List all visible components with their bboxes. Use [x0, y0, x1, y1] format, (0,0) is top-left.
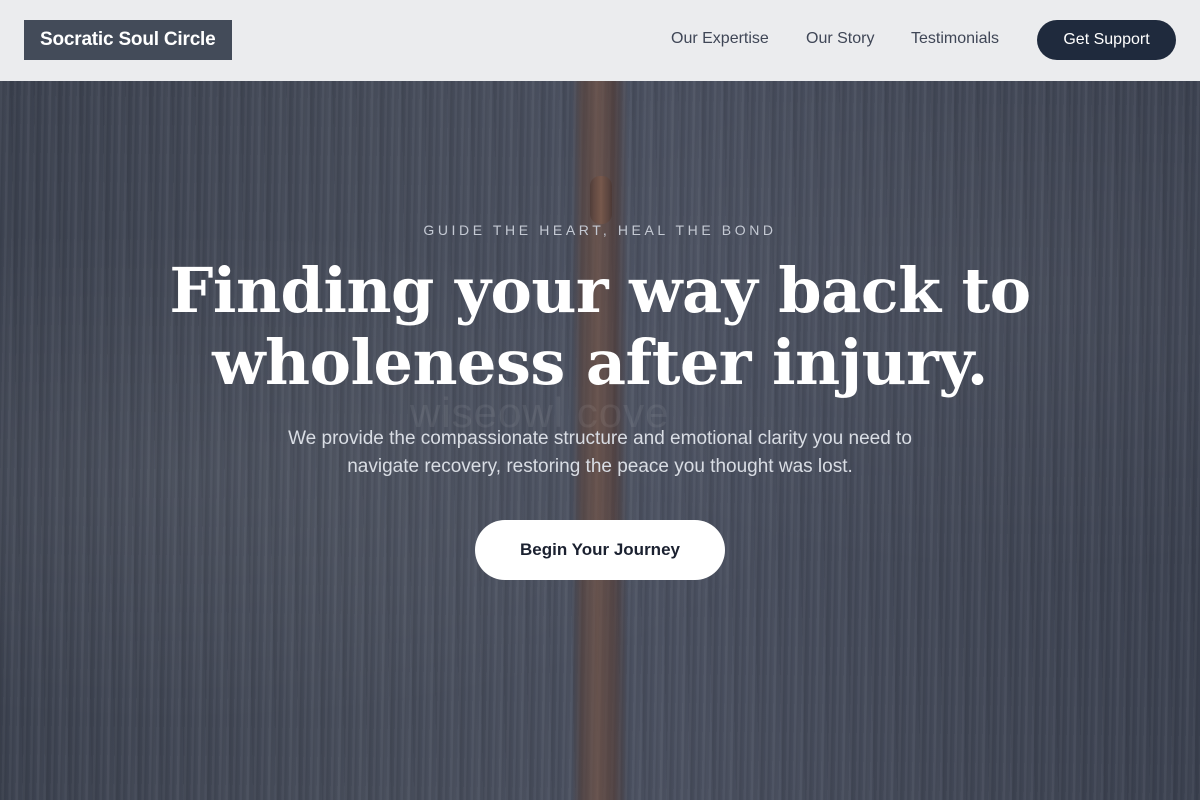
- nav-link-our-story[interactable]: Our Story: [806, 30, 874, 48]
- hero-eyebrow: GUIDE THE HEART, HEAL THE BOND: [423, 222, 777, 238]
- top-navbar: Socratic Soul Circle Our Expertise Our S…: [0, 0, 1200, 81]
- hero-headline: Finding your way back to wholeness after…: [100, 255, 1100, 399]
- hero-headline-line-1: Finding your way back to: [169, 254, 1031, 327]
- hero-section: wiseowl cove GUIDE THE HEART, HEAL THE B…: [0, 81, 1200, 800]
- walking-cane-knob-image: [590, 176, 612, 224]
- get-support-button[interactable]: Get Support: [1037, 20, 1176, 60]
- hero-subtext: We provide the compassionate structure a…: [288, 428, 912, 477]
- hero-headline-line-2: wholeness after injury.: [212, 326, 988, 399]
- begin-your-journey-button[interactable]: Begin Your Journey: [475, 520, 725, 580]
- nav-link-testimonials[interactable]: Testimonials: [911, 30, 999, 48]
- nav-link-our-expertise[interactable]: Our Expertise: [671, 30, 769, 48]
- brand-logo[interactable]: Socratic Soul Circle: [24, 20, 232, 60]
